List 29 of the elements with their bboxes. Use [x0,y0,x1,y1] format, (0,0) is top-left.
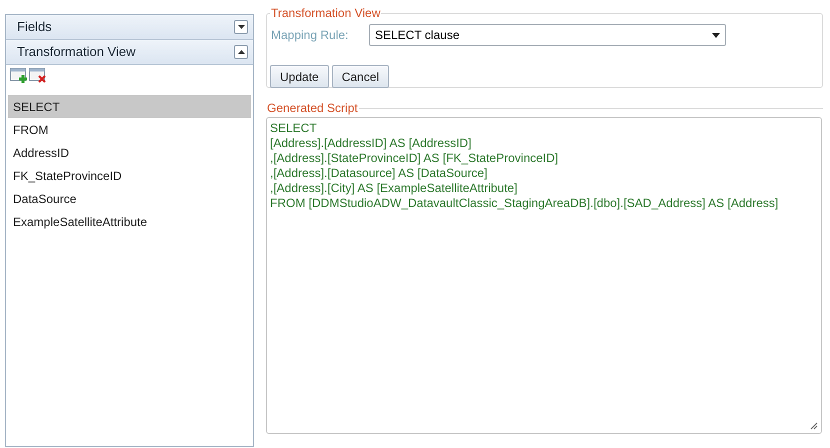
list-item[interactable]: DataSource [8,187,251,210]
section-title: Transformation View [17,43,136,62]
script-line: [Address].[AddressID] AS [AddressID] [270,136,472,151]
action-button[interactable]: Update [270,65,329,88]
list-item[interactable]: FROM [8,118,251,141]
list-item[interactable]: AddressID [8,141,251,164]
section-header[interactable]: Transformation View [6,40,253,65]
list-item[interactable]: FK_StateProvinceID [8,164,251,187]
script-line: FROM [DDMStudioADW_DatavaultClassic_StagingAreaDB].[dbo].[SAD_Address] AS [Address] [270,196,778,211]
script-line: ,[Address].[StateProvinceID] AS [FK_StateProvinceID] [270,151,558,166]
panel-legend: Transformation View [270,4,382,22]
script-line: SELECT [270,121,317,136]
collapse-icon[interactable] [234,45,248,59]
caret-icon [712,32,720,38]
delete-icon[interactable] [29,68,47,84]
resize-grip-icon[interactable] [810,422,818,430]
script-line: ,[Address].[Datasource] AS [DataSource] [270,166,488,181]
list-item[interactable]: SELECT [8,95,251,118]
section-title: Fields [17,18,52,36]
action-button[interactable]: Cancel [332,65,390,88]
mapping-rule-dropdown[interactable]: SELECT clause [369,24,726,46]
section-header[interactable]: Fields [6,15,253,40]
field-label: Mapping Rule: [270,27,350,44]
dropdown-value: SELECT clause [375,27,460,44]
list-item[interactable]: ExampleSatelliteAttribute [8,210,251,233]
panel-legend: Generated Script [266,99,359,117]
script-line: ,[Address].[City] AS [ExampleSatelliteAttribute] [270,181,518,196]
add-icon[interactable] [10,68,28,84]
expand-icon[interactable] [234,20,248,34]
